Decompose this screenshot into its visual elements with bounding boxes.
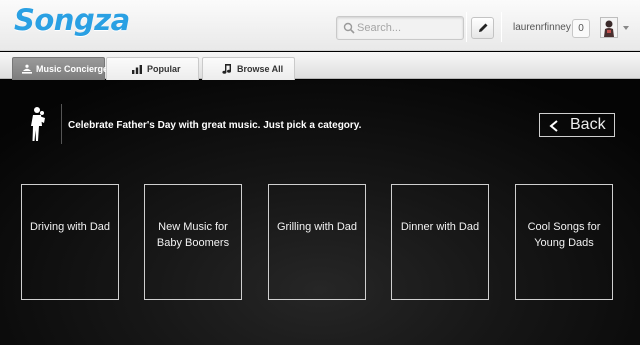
bar-chart-icon — [132, 65, 142, 74]
category-card[interactable]: Cool Songs for Young Dads — [515, 184, 613, 300]
tab-label: Browse All — [237, 64, 284, 74]
notification-count-badge[interactable]: 0 — [572, 19, 590, 38]
category-label: Grilling with Dad — [276, 221, 358, 233]
category-label: Driving with Dad — [29, 221, 111, 233]
category-card[interactable]: Dinner with Dad — [391, 184, 489, 300]
banner-message: Celebrate Father's Day with great music.… — [68, 120, 362, 131]
concierge-panel: Celebrate Father's Day with great music.… — [0, 80, 640, 345]
category-label: Cool Songs for Young Dads — [527, 221, 601, 249]
back-button[interactable]: Back — [539, 113, 615, 137]
music-note-icon — [222, 64, 231, 74]
category-card[interactable]: Grilling with Dad — [268, 184, 366, 300]
category-label: New Music for Baby Boomers — [156, 221, 230, 249]
tab-browse-all[interactable]: Browse All — [202, 57, 295, 80]
avatar[interactable] — [600, 17, 618, 38]
user-photo-icon — [601, 18, 617, 37]
tab-label: Popular — [147, 64, 181, 74]
main-nav: Music Concierge Popular Browse All — [0, 52, 640, 80]
category-card[interactable]: New Music for Baby Boomers — [144, 184, 242, 300]
top-header: Songza laurenrfinney 0 — [0, 0, 640, 51]
banner-divider — [61, 104, 62, 144]
search-box[interactable] — [336, 16, 464, 40]
search-input[interactable] — [357, 19, 457, 37]
back-button-label: Back — [570, 116, 606, 133]
tab-popular[interactable]: Popular — [106, 57, 199, 80]
pencil-icon — [479, 23, 488, 32]
header-divider — [466, 12, 467, 42]
concierge-icon — [22, 64, 32, 74]
tab-music-concierge[interactable]: Music Concierge — [12, 57, 109, 80]
tab-label: Music Concierge — [36, 64, 109, 74]
father-child-icon — [31, 107, 45, 141]
edit-button[interactable] — [471, 17, 494, 39]
search-icon — [343, 22, 355, 34]
category-label: Dinner with Dad — [400, 221, 480, 233]
header-divider — [501, 12, 502, 42]
chevron-down-icon[interactable] — [623, 26, 629, 30]
category-card[interactable]: Driving with Dad — [21, 184, 119, 300]
chevron-left-icon — [549, 120, 558, 132]
songza-logo[interactable]: Songza — [14, 3, 130, 37]
username-link[interactable]: laurenrfinney — [513, 22, 571, 33]
